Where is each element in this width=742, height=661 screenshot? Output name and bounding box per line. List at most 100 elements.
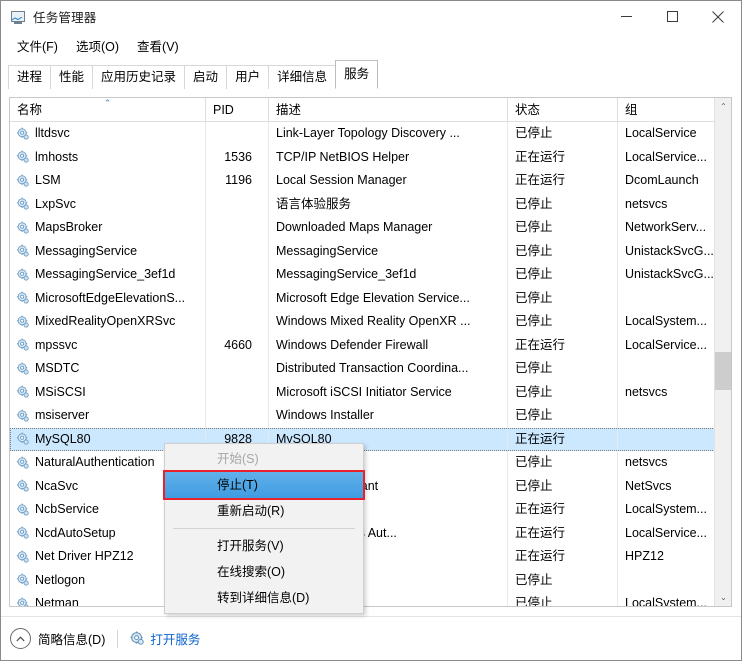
service-name-label: Netlogon — [35, 572, 86, 587]
service-gear-icon — [16, 291, 29, 304]
cell-group — [618, 404, 716, 428]
cell-desc: Downloaded Maps Manager — [269, 216, 508, 240]
tab-1[interactable]: 性能 — [50, 65, 94, 89]
menu-file[interactable]: 文件(F) — [9, 33, 66, 58]
menu-options[interactable]: 选项(O) — [68, 33, 127, 58]
cell-group-label: DcomLaunch — [625, 173, 699, 187]
table-row[interactable]: MSiSCSI Microsoft iSCSI Initiator Service… — [10, 380, 731, 404]
context-menu-item-5[interactable]: 转到详细信息(D) — [165, 585, 363, 611]
service-gear-icon — [16, 338, 29, 351]
vertical-scrollbar[interactable]: ⌃ ⌄ — [714, 98, 731, 606]
column-header-status[interactable]: 状态 — [508, 98, 618, 122]
tab-6[interactable]: 服务 — [335, 60, 379, 89]
cell-group: NetworkServ... — [618, 216, 716, 240]
table-row[interactable]: MessagingService_3ef1d MessagingService_3… — [10, 263, 731, 287]
table-row[interactable]: NcaSvc...ectivity Assistant已停止NetSvcs — [10, 474, 731, 499]
cell-desc: Link-Layer Topology Discovery ... — [269, 122, 508, 146]
cell-status-label: 已停止 — [515, 196, 553, 211]
column-header-label: 名称 — [17, 103, 43, 117]
maximize-button[interactable] — [649, 1, 695, 32]
cell-name: MessagingService — [10, 239, 206, 263]
cell-group — [618, 287, 716, 311]
cell-name: msiserver — [10, 404, 206, 428]
table-row[interactable]: LSM 1196 Local Session Manager 正在运行 DcomLaun… — [10, 169, 731, 193]
table-row[interactable]: MySQL80 9828 MySQL80 正在运行 — [10, 427, 731, 451]
menu-view[interactable]: 查看(V) — [129, 33, 187, 58]
table-row[interactable]: NcdAutoSetup...ected Devices Aut...正在运行L… — [10, 521, 731, 545]
context-menu-item-4[interactable]: 在线搜索(O) — [165, 559, 363, 585]
table-row[interactable]: lltdsvc Link-Layer Topology Discovery ...… — [10, 122, 731, 146]
table-row[interactable]: MicrosoftEdgeElevationS... Microsoft Edge… — [10, 286, 731, 311]
cell-pid — [206, 286, 269, 310]
table-row[interactable]: NaturalAuthentication 已停止 netsvcs — [10, 451, 731, 475]
cell-name: MessagingService_3ef1d — [10, 263, 206, 287]
cell-pid: 1196 — [206, 169, 269, 193]
cell-desc: Windows Defender Firewall — [269, 333, 508, 357]
service-name-label: LSM — [35, 173, 61, 187]
table-row[interactable]: MSDTC Distributed Transaction Coordina...… — [10, 357, 731, 381]
cell-pid-label: 1536 — [224, 149, 252, 164]
cell-status-label: 已停止 — [515, 126, 553, 140]
cell-group-label: netsvcs — [625, 196, 668, 211]
scrollbar-thumb[interactable] — [715, 352, 731, 390]
tab-3[interactable]: 启动 — [184, 65, 228, 89]
tab-4[interactable]: 用户 — [226, 65, 270, 89]
table-row[interactable]: Netlogon 已停止 — [10, 568, 731, 592]
column-header-group[interactable]: 组 — [618, 98, 716, 122]
menu-bar: 文件(F) 选项(O) 查看(V) — [1, 32, 741, 58]
column-header-pid[interactable]: PID — [206, 98, 269, 122]
service-gear-icon — [16, 597, 29, 606]
cell-status: 正在运行 — [508, 333, 618, 357]
tab-5[interactable]: 详细信息 — [268, 65, 337, 89]
cell-desc: MessagingService — [269, 239, 508, 263]
cell-group: NetSvcs — [618, 475, 716, 499]
table-row[interactable]: Net Driver HPZ12...12正在运行HPZ12 — [10, 545, 731, 569]
cell-desc-label: Link-Layer Topology Discovery ... — [276, 126, 460, 140]
table-row[interactable]: MapsBroker Downloaded Maps Manager 已停止 Netw… — [10, 216, 731, 240]
context-menu-item-1[interactable]: 停止(T) — [163, 470, 365, 500]
service-gear-icon — [16, 573, 29, 586]
minimize-button[interactable] — [603, 1, 649, 32]
open-services-link[interactable]: 打开服务 — [150, 629, 200, 648]
cell-status: 已停止 — [508, 380, 618, 404]
cell-status-label: 已停止 — [515, 267, 553, 281]
cell-group: LocalSystem... — [618, 310, 716, 334]
column-header-name[interactable]: 名称 ⌃ — [10, 98, 206, 122]
table-row[interactable]: mpssvc 4660 Windows Defender Firewall 正在运行 L… — [10, 333, 731, 357]
table-row[interactable]: NcbService...ection Broker正在运行LocalSyste… — [10, 498, 731, 522]
table-row[interactable]: lmhosts 1536 TCP/IP NetBIOS Helper 正在运行 Loca… — [10, 145, 731, 169]
table-row[interactable]: MessagingService MessagingService 已停止 Unist… — [10, 239, 731, 263]
table-row[interactable]: msiserver Windows Installer 已停止 — [10, 404, 731, 428]
cell-status-label: 已停止 — [515, 243, 553, 258]
collapse-toggle-button[interactable] — [10, 628, 31, 649]
cell-name: MSiSCSI — [10, 380, 206, 404]
table-row[interactable]: Netman 已停止 LocalSystem... — [10, 592, 731, 606]
context-menu-separator — [173, 528, 355, 529]
table-row[interactable]: MixedRealityOpenXRSvc Windows Mixed Reali… — [10, 310, 731, 334]
cell-pid — [206, 380, 269, 404]
tab-0[interactable]: 进程 — [8, 65, 52, 89]
cell-status-label: 正在运行 — [515, 337, 566, 352]
cell-desc-label: MessagingService_3ef1d — [276, 267, 417, 281]
sort-ascending-icon: ⌃ — [103, 98, 112, 108]
tab-2[interactable]: 应用历史记录 — [92, 65, 186, 89]
cell-status-label: 已停止 — [515, 596, 553, 606]
cell-group-label: LocalService... — [625, 337, 707, 352]
cell-desc: Microsoft iSCSI Initiator Service — [269, 380, 508, 404]
collapse-label[interactable]: 简略信息(D) — [38, 629, 105, 648]
cell-status: 已停止 — [508, 239, 618, 263]
column-header-desc[interactable]: 描述 — [269, 98, 508, 122]
cell-name: MSDTC — [10, 357, 206, 381]
context-menu-item-2[interactable]: 重新启动(R) — [165, 498, 363, 524]
cell-desc-label: TCP/IP NetBIOS Helper — [276, 149, 410, 164]
cell-name: LxpSvc — [10, 192, 206, 216]
scroll-down-button[interactable]: ⌄ — [715, 589, 731, 606]
context-menu-item-3[interactable]: 打开服务(V) — [165, 533, 363, 559]
cell-name: MixedRealityOpenXRSvc — [10, 310, 206, 334]
scroll-up-button[interactable]: ⌃ — [715, 98, 731, 115]
service-context-menu: 开始(S) 停止(T) 重新启动(R) 打开服务(V) 在线搜索(O) 转到详细信息(D) — [163, 443, 365, 614]
cell-status: 已停止 — [508, 192, 618, 216]
table-row[interactable]: LxpSvc 语言体验服务 已停止 netsvcs — [10, 192, 731, 216]
cell-group-label: UnistackSvcG... — [625, 267, 714, 281]
close-button[interactable] — [695, 1, 741, 32]
